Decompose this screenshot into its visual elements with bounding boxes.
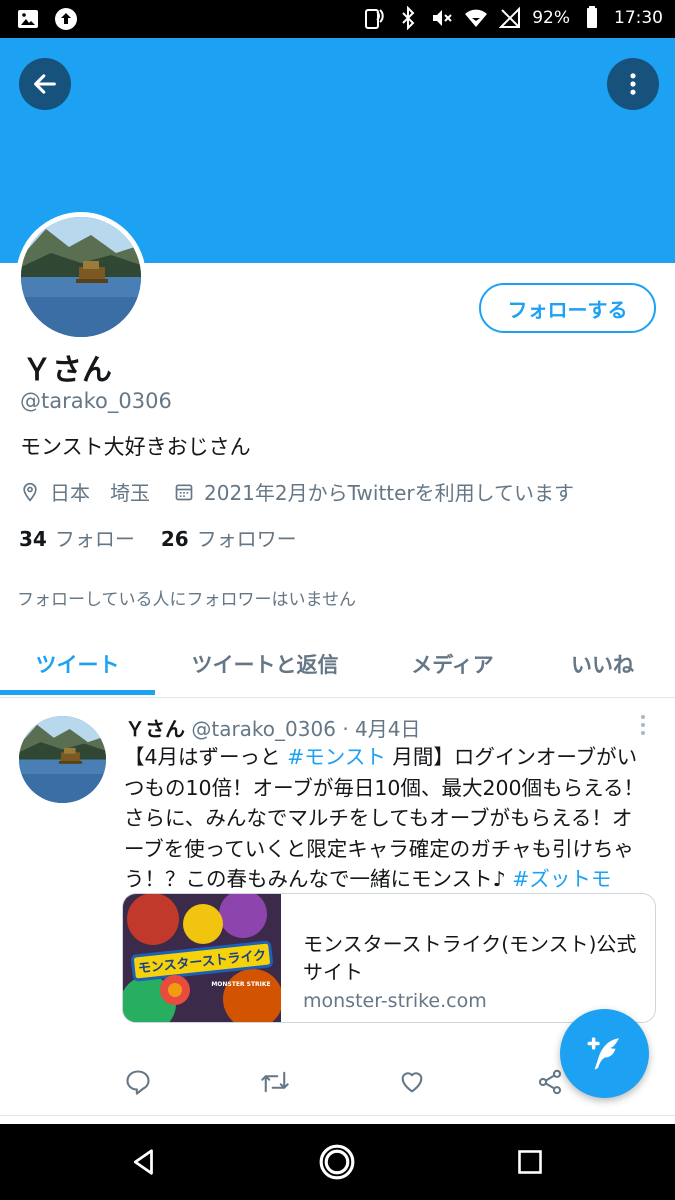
tweet-text-line: ーブを使っていくと限定キャラ確定のガチャも引けちゃ: [124, 834, 654, 865]
text-segment: 月間】ログインオーブがい: [385, 745, 638, 769]
followers-count: 26: [160, 527, 189, 551]
nav-recents-button[interactable]: [504, 1136, 556, 1188]
profile-avatar[interactable]: [16, 212, 146, 342]
following-count: 34: [19, 527, 47, 551]
bluetooth-icon: [402, 6, 415, 30]
share-icon: [538, 1069, 562, 1095]
location-icon: [23, 482, 37, 502]
tweet-author-name[interactable]: Ｙさん: [125, 717, 185, 741]
tweet-text-line: う！？この春もみんなで一緒にモンスト♪ #ズットモ: [124, 864, 654, 895]
battery-icon: [587, 6, 597, 28]
tab-media[interactable]: メディア: [380, 630, 525, 698]
text-segment: つもの10倍！オーブが毎日10個、最大200個もらえる！: [124, 775, 644, 800]
reply-button[interactable]: [124, 1068, 152, 1100]
mutual-followers-notice: フォローしている人にフォロワーはいません: [17, 590, 356, 610]
following-label: フォロー: [54, 527, 135, 551]
like-button[interactable]: [398, 1068, 426, 1100]
profile-meta: 日本 埼玉 2021年2月からTwitterを利用しています: [20, 477, 574, 506]
profile-name: Ｙさん: [22, 353, 112, 388]
avatar-lake-image: [19, 716, 106, 803]
more-vertical-icon: [641, 715, 645, 735]
mute-icon: [433, 10, 452, 26]
location-text: 日本 埼玉: [50, 481, 150, 505]
hashtag-link[interactable]: #モンスト: [287, 745, 386, 769]
card-title: モンスターストライク(モンスト)公式サイト: [303, 932, 637, 984]
tab-tweets-replies[interactable]: ツイートと返信: [175, 630, 355, 698]
back-button[interactable]: [19, 58, 71, 110]
tweet-date[interactable]: 4月4日: [355, 717, 420, 741]
status-bar: 92% 17:30: [0, 0, 675, 38]
battery-percent: 92%: [532, 8, 570, 28]
tweet-avatar[interactable]: [19, 716, 106, 803]
follow-counts: 34 フォロー 26 フォロワー: [19, 523, 297, 552]
calendar-icon: [175, 484, 193, 500]
follow-button[interactable]: フォローする: [479, 283, 656, 333]
system-nav-bar: [0, 1124, 675, 1200]
retweet-button[interactable]: [260, 1068, 290, 1100]
tab-likes[interactable]: いいね: [545, 630, 660, 698]
text-segment: さらに、みんなでマルチをしてもオーブがもらえる！オ: [124, 806, 633, 830]
tab-tweets[interactable]: ツイート: [0, 630, 155, 698]
nav-home-icon: [319, 1144, 355, 1180]
share-button[interactable]: [536, 1068, 564, 1100]
text-segment: う！？この春もみんなで一緒にモンスト♪: [124, 867, 513, 891]
tweet-text-line: さらに、みんなでマルチをしてもオーブがもらえる！オ: [124, 803, 654, 834]
card-domain: monster-strike.com: [303, 990, 487, 1012]
like-icon: [401, 1072, 423, 1093]
clock: 17:30: [614, 8, 663, 28]
location: 日本 埼玉: [20, 477, 150, 506]
join-date-text: 2021年2月からTwitterを利用しています: [204, 481, 575, 505]
profile-bio: モンスト大好きおじさん: [20, 435, 251, 459]
no-signal-icon: [498, 6, 521, 28]
profile-tabs: ツイート ツイートと返信 メディア いいね: [0, 630, 675, 698]
nfc-icon: [365, 9, 384, 29]
tweet-text-line: つもの10倍！オーブが毎日10個、最大200個もらえる！: [124, 773, 654, 804]
avatar-lake-image: [21, 217, 141, 337]
tweet-text: 【4月はずーっと #モンスト 月間】ログインオーブがい つもの10倍！オーブが毎…: [124, 742, 654, 895]
active-tab-indicator: [0, 690, 155, 695]
profile-handle: @tarako_0306: [20, 389, 172, 413]
text-segment: ーブを使っていくと限定キャラ確定のガチャも引けちゃ: [124, 836, 635, 861]
tweet-header: Ｙさん @tarako_0306 · 4月4日: [125, 713, 420, 742]
arrow-left-icon: [34, 74, 56, 94]
reply-icon: [126, 1070, 150, 1095]
more-options-button[interactable]: [607, 58, 659, 110]
tweet-text-line: 【4月はずーっと #モンスト 月間】ログインオーブがい: [124, 742, 654, 773]
nav-back-button[interactable]: [118, 1136, 170, 1188]
compose-tweet-button[interactable]: [560, 1009, 649, 1098]
more-vertical-icon: [630, 73, 636, 95]
card-thumbnail-image: モンスターストライク MONSTER STRIKE: [123, 894, 281, 1022]
link-card[interactable]: モンスターストライク MONSTER STRIKE モンスターストライク(モンス…: [122, 893, 656, 1023]
followers-label: フォロワー: [196, 527, 297, 551]
tweet-author-handle: @tarako_0306: [191, 717, 336, 741]
tweet-divider: [0, 1115, 675, 1116]
tweet-menu-button[interactable]: [636, 713, 650, 741]
card-logo-subtext: MONSTER STRIKE: [211, 981, 270, 988]
nav-recents-icon: [518, 1150, 542, 1174]
compose-tweet-icon: [587, 1036, 619, 1070]
wifi-icon: [465, 9, 488, 27]
nav-home-button[interactable]: [311, 1136, 363, 1188]
hashtag-link[interactable]: #ズットモ: [512, 867, 611, 891]
image-icon: [18, 10, 38, 28]
upload-icon: [55, 8, 77, 30]
following-link[interactable]: 34 フォロー: [19, 523, 135, 552]
nav-back-icon: [133, 1149, 153, 1175]
followers-link[interactable]: 26 フォロワー: [161, 523, 297, 552]
tweet-separator: ·: [342, 717, 349, 741]
retweet-icon: [261, 1071, 289, 1093]
text-segment: 【4月はずーっと: [124, 745, 288, 769]
join-date: 2021年2月からTwitterを利用しています: [174, 477, 574, 506]
